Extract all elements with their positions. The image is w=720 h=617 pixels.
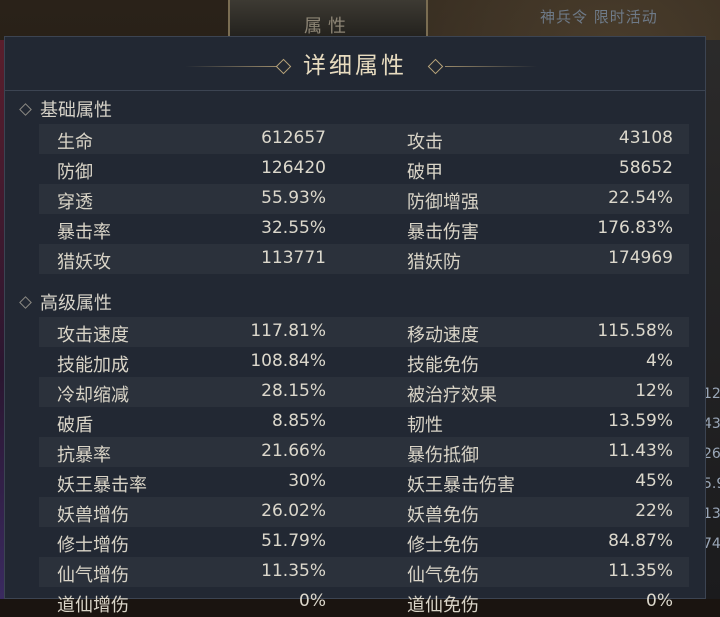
- attribute-value: 11.35%: [261, 561, 326, 581]
- attribute-name: 仙气增伤: [57, 565, 129, 586]
- attribute-value: 84.87%: [608, 531, 673, 551]
- section-diamond-icon: [19, 102, 32, 116]
- attribute-value: 174969: [608, 248, 673, 268]
- attribute-value: 108.84%: [250, 351, 326, 371]
- attribute-value: 115.58%: [597, 321, 673, 341]
- attribute-row: 破盾 8.85% 韧性 13.59%: [39, 407, 689, 437]
- attribute-value: 26.02%: [261, 501, 326, 521]
- detailed-attributes-panel: 详细属性 基础属性 生命 612657 攻击 43108 防御 126420 破…: [4, 36, 706, 616]
- attribute-name: 仙气免伤: [407, 565, 479, 586]
- event-text[interactable]: 神兵令 限时活动: [540, 6, 658, 27]
- attribute-name: 攻击速度: [57, 325, 129, 346]
- attribute-row: 修士增伤 51.79% 修士免伤 84.87%: [39, 527, 689, 557]
- attribute-row: 道仙增伤 0% 道仙免伤 0%: [39, 587, 689, 617]
- attribute-row: 抗暴率 21.66% 暴伤抵御 11.43%: [39, 437, 689, 467]
- attribute-name: 妖王暴击伤害: [407, 475, 515, 496]
- attribute-value: 28.15%: [261, 381, 326, 401]
- attribute-name: 暴伤抵御: [407, 445, 479, 466]
- attribute-name: 道仙增伤: [57, 595, 129, 616]
- attribute-row: 妖兽增伤 26.02% 妖兽免伤 22%: [39, 497, 689, 527]
- attribute-row: 暴击率 32.55% 暴击伤害 176.83%: [39, 214, 689, 244]
- advanced-attributes-heading: 高级属性: [19, 290, 112, 314]
- attribute-value: 176.83%: [597, 218, 673, 238]
- attribute-name: 技能加成: [57, 355, 129, 376]
- attributes-tab-label: 属性: [304, 16, 352, 37]
- section-diamond-icon: [19, 295, 32, 309]
- attribute-row: 妖王暴击率 30% 妖王暴击伤害 45%: [39, 467, 689, 497]
- attribute-name: 妖兽免伤: [407, 505, 479, 526]
- attribute-value: 22.54%: [608, 188, 673, 208]
- header-divider: [5, 90, 705, 91]
- attribute-value: 30%: [288, 471, 326, 491]
- attribute-value: 13.59%: [608, 411, 673, 431]
- attribute-value: 11.35%: [608, 561, 673, 581]
- attribute-value: 0%: [646, 591, 673, 611]
- attribute-name: 移动速度: [407, 325, 479, 346]
- attribute-name: 暴击率: [57, 222, 111, 243]
- attribute-name: 破盾: [57, 415, 93, 436]
- attribute-value: 11.43%: [608, 441, 673, 461]
- attribute-name: 被治疗效果: [407, 385, 497, 406]
- attribute-row: 技能加成 108.84% 技能免伤 4%: [39, 347, 689, 377]
- attribute-name: 技能免伤: [407, 355, 479, 376]
- attribute-name: 攻击: [407, 132, 443, 153]
- attribute-name: 修士增伤: [57, 535, 129, 556]
- attribute-value: 32.55%: [261, 218, 326, 238]
- attribute-value: 12%: [635, 381, 673, 401]
- attribute-row: 生命 612657 攻击 43108: [39, 124, 689, 154]
- attribute-value: 126420: [261, 158, 326, 178]
- attribute-name: 抗暴率: [57, 445, 111, 466]
- attribute-name: 防御: [57, 162, 93, 183]
- section-heading-text: 高级属性: [40, 293, 112, 314]
- attribute-name: 妖王暴击率: [57, 475, 147, 496]
- attribute-name: 生命: [57, 132, 93, 153]
- attribute-name: 猎妖防: [407, 252, 461, 273]
- attribute-value: 22%: [635, 501, 673, 521]
- attribute-value: 55.93%: [261, 188, 326, 208]
- attributes-tab-banner[interactable]: 属性: [228, 0, 428, 38]
- attribute-value: 8.85%: [271, 411, 326, 431]
- attribute-name: 暴击伤害: [407, 222, 479, 243]
- attribute-value: 58652: [618, 158, 673, 178]
- attribute-row: 穿透 55.93% 防御增强 22.54%: [39, 184, 689, 214]
- attribute-name: 防御增强: [407, 192, 479, 213]
- attribute-row: 猎妖攻 113771 猎妖防 174969: [39, 244, 689, 274]
- attribute-row: 仙气增伤 11.35% 仙气免伤 11.35%: [39, 557, 689, 587]
- attribute-value: 43108: [618, 128, 673, 148]
- attribute-value: 113771: [261, 248, 326, 268]
- attribute-value: 45%: [635, 471, 673, 491]
- attribute-name: 韧性: [407, 415, 443, 436]
- attribute-name: 妖兽增伤: [57, 505, 129, 526]
- attribute-name: 破甲: [407, 162, 443, 183]
- attribute-name: 冷却缩减: [57, 385, 129, 406]
- attribute-name: 修士免伤: [407, 535, 479, 556]
- attribute-value: 4%: [646, 351, 673, 371]
- attribute-value: 612657: [261, 128, 326, 148]
- title-ornament-line: [445, 66, 537, 67]
- basic-attributes-heading: 基础属性: [19, 97, 112, 121]
- attribute-value: 117.81%: [250, 321, 326, 341]
- attribute-name: 穿透: [57, 192, 93, 213]
- attribute-name: 道仙免伤: [407, 595, 479, 616]
- panel-title: 详细属性: [303, 53, 407, 79]
- attribute-name: 猎妖攻: [57, 252, 111, 273]
- attribute-value: 51.79%: [261, 531, 326, 551]
- attribute-row: 防御 126420 破甲 58652: [39, 154, 689, 184]
- attribute-value: 0%: [299, 591, 326, 611]
- attribute-row: 攻击速度 117.81% 移动速度 115.58%: [39, 317, 689, 347]
- attribute-value: 21.66%: [261, 441, 326, 461]
- section-heading-text: 基础属性: [40, 100, 112, 121]
- attribute-row: 冷却缩减 28.15% 被治疗效果 12%: [39, 377, 689, 407]
